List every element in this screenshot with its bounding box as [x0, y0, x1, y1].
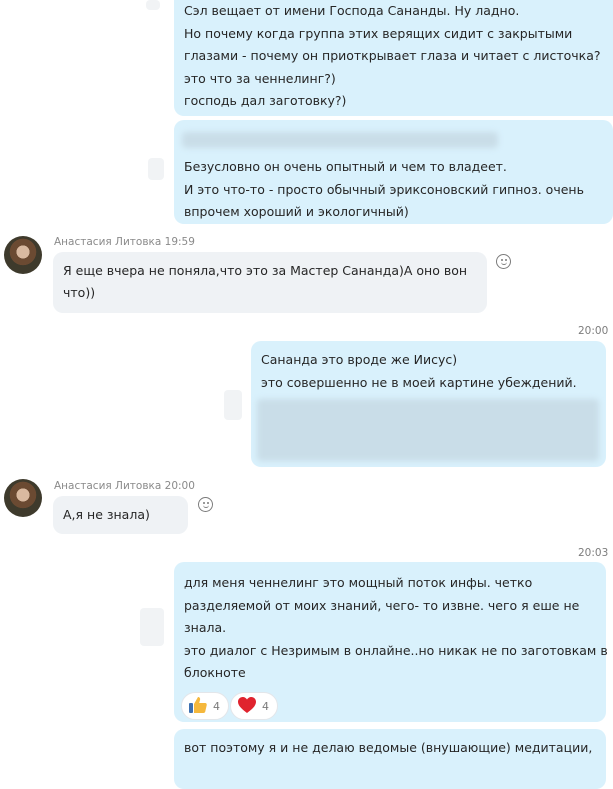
redacted-text — [257, 399, 599, 461]
redacted-text — [182, 132, 498, 148]
message-line: что)) — [63, 285, 96, 300]
message-line: А,я не знала) — [63, 507, 150, 522]
message-time: 20:00 — [164, 480, 195, 492]
message-time: 20:03 — [578, 547, 609, 559]
outgoing-message[interactable]: Безусловно он очень опытный и чем то вла… — [174, 120, 613, 224]
message-line: И это что-то - просто обычный эриксоновс… — [184, 181, 584, 197]
sender-header: Анастасия Литовка 19:59 — [54, 236, 195, 248]
message-line: Я еще вчера не поняла,что это за Мастер … — [63, 263, 468, 278]
sender-name: Анастасия Литовка — [54, 480, 162, 492]
message-line: блокноте — [184, 665, 246, 680]
message-line: глазами - почему он приоткрывает глаза и… — [184, 48, 601, 63]
message-line: знала. — [184, 620, 227, 635]
reaction-count: 4 — [213, 699, 220, 713]
reaction-count: 4 — [262, 699, 269, 713]
sender-header: Анастасия Литовка 20:00 — [54, 480, 195, 492]
message-line: Сэл вещает от имени Господа Сананды. Ну … — [184, 3, 520, 18]
outgoing-message[interactable]: вот поэтому я и не делаю ведомые (внушаю… — [174, 729, 606, 789]
hover-action-placeholder — [148, 158, 164, 180]
outgoing-message[interactable]: Сананда это вроде же Иисус) это совершен… — [251, 341, 606, 467]
message-time: 20:00 — [578, 325, 609, 337]
avatar[interactable] — [4, 236, 42, 274]
message-line: Сананда это вроде же Иисус) — [261, 352, 458, 367]
message-line: это совершенно не в моей картине убежден… — [261, 374, 577, 390]
sender-name: Анастасия Литовка — [54, 236, 162, 248]
add-reaction-icon[interactable] — [496, 254, 511, 269]
hover-action-placeholder — [224, 390, 242, 420]
add-reaction-icon[interactable] — [198, 497, 213, 512]
message-line: господь дал заготовку?) — [184, 93, 347, 108]
message-line: Безусловно он очень опытный и чем то вла… — [184, 159, 507, 174]
message-line: разделяемой от моих знаний, чего- то изв… — [184, 597, 580, 613]
avatar[interactable] — [4, 479, 42, 517]
reaction-heart[interactable]: 4 — [230, 692, 278, 720]
incoming-message[interactable]: А,я не знала) — [53, 496, 188, 534]
message-line: это диалог с Незримым в онлайне..но ника… — [184, 642, 608, 658]
thumbs-up-icon — [188, 696, 208, 717]
message-time: 19:59 — [164, 236, 195, 248]
message-line: Но почему когда группа этих верящих сиди… — [184, 25, 573, 41]
reaction-thumbs-up[interactable]: 4 — [181, 692, 229, 720]
message-line: для меня ченнелинг это мощный поток инфы… — [184, 575, 533, 590]
message-line: впрочем хороший и экологичный) — [184, 204, 409, 219]
heart-icon — [237, 696, 257, 717]
incoming-message[interactable]: Я еще вчера не поняла,что это за Мастер … — [53, 252, 487, 313]
hover-action-placeholder — [140, 608, 164, 646]
message-line: это что за ченнелинг?) — [184, 70, 336, 86]
message-line: вот поэтому я и не делаю ведомые (внушаю… — [184, 740, 593, 755]
outgoing-message[interactable]: Сэл вещает от имени Господа Сананды. Ну … — [174, 0, 613, 116]
hover-action-placeholder — [146, 0, 160, 10]
